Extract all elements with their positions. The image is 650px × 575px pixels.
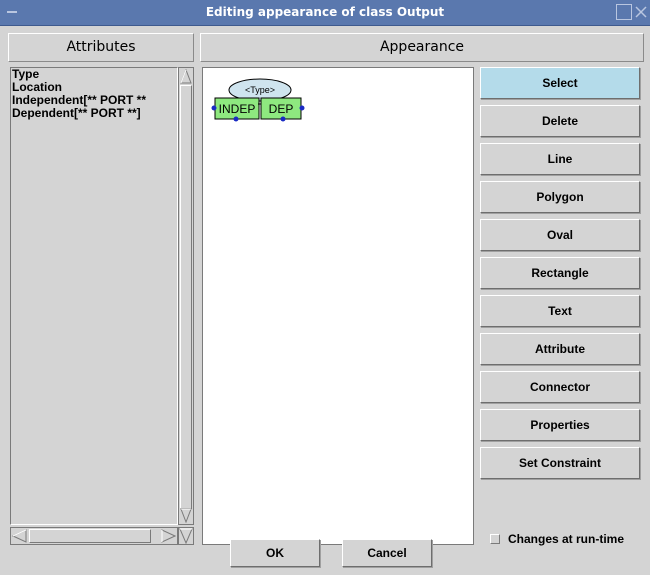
- attribute-tool-button[interactable]: Attribute: [480, 333, 640, 365]
- close-icon[interactable]: [633, 4, 649, 20]
- connector-dot-indep-bottom[interactable]: [233, 116, 239, 122]
- polygon-tool-button[interactable]: Polygon: [480, 181, 640, 213]
- delete-tool-button[interactable]: Delete: [480, 105, 640, 137]
- scroll-right-arrow-icon[interactable]: [161, 529, 177, 543]
- attributes-vertical-scrollbar[interactable]: [178, 67, 194, 525]
- scroll-left-arrow-icon[interactable]: [11, 529, 27, 543]
- window-title: Editing appearance of class Output: [205, 5, 445, 19]
- scroll-up-arrow-icon[interactable]: [180, 68, 192, 84]
- type-label[interactable]: <Type>: [245, 85, 275, 95]
- vertical-scroll-thumb[interactable]: [180, 85, 192, 509]
- dialog-body: Attributes Appearance Type Location Inde…: [8, 33, 644, 567]
- attributes-header: Attributes: [8, 33, 194, 62]
- appearance-canvas[interactable]: <Type> INDEP DEP: [202, 67, 474, 545]
- class-appearance-drawing: <Type> INDEP DEP: [211, 78, 305, 122]
- cancel-button[interactable]: Cancel: [342, 539, 432, 567]
- scrollbar-corner: [178, 527, 194, 545]
- changes-at-runtime-checkbox[interactable]: [490, 534, 500, 544]
- changes-at-runtime-label: Changes at run-time: [508, 532, 625, 546]
- changes-at-runtime-option[interactable]: Changes at run-time: [490, 531, 624, 547]
- independent-port-label[interactable]: INDEP: [219, 102, 256, 116]
- properties-button[interactable]: Properties: [480, 409, 640, 441]
- connector-dot-dep-bottom[interactable]: [280, 116, 286, 122]
- ok-button[interactable]: OK: [230, 539, 320, 567]
- connector-dot-right[interactable]: [299, 105, 305, 111]
- set-constraint-button[interactable]: Set Constraint: [480, 447, 640, 479]
- appearance-header: Appearance: [200, 33, 644, 62]
- select-tool-button[interactable]: Select: [480, 67, 640, 99]
- close-x-glyph: [635, 6, 647, 18]
- oval-tool-button[interactable]: Oval: [480, 219, 640, 251]
- text-tool-button[interactable]: Text: [480, 295, 640, 327]
- title-bar: Editing appearance of class Output: [0, 0, 650, 26]
- corner-down-arrow-icon: [179, 528, 193, 545]
- attribute-item-dependent[interactable]: Dependent[** PORT **]: [11, 107, 177, 120]
- connector-dot-left[interactable]: [211, 105, 217, 111]
- rectangle-tool-button[interactable]: Rectangle: [480, 257, 640, 289]
- scroll-down-arrow-icon[interactable]: [180, 508, 192, 524]
- connector-tool-button[interactable]: Connector: [480, 371, 640, 403]
- attributes-list[interactable]: Type Location Independent[** PORT ** Dep…: [10, 67, 178, 525]
- maximize-icon[interactable]: [616, 4, 632, 20]
- attributes-horizontal-scrollbar[interactable]: [10, 527, 178, 545]
- line-tool-button[interactable]: Line: [480, 143, 640, 175]
- dependent-port-label[interactable]: DEP: [269, 102, 294, 116]
- horizontal-scroll-thumb[interactable]: [29, 529, 151, 543]
